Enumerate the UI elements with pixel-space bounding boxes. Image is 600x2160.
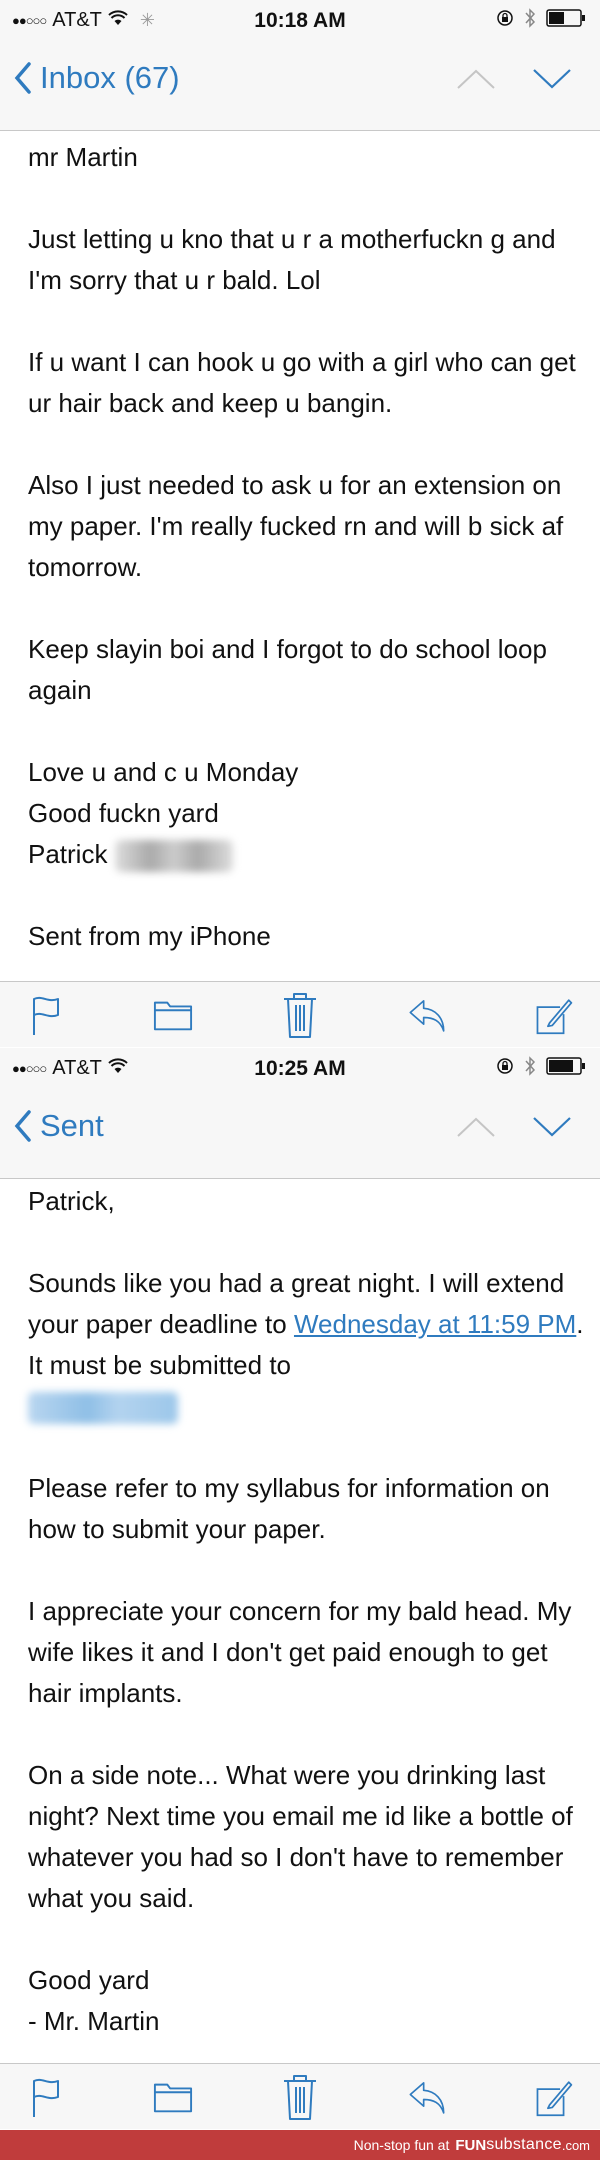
back-to-sent-button[interactable]: Sent: [14, 1108, 104, 1144]
email-signature: Sent from my iPhone: [28, 921, 271, 951]
chevron-left-icon: [14, 62, 31, 94]
folder-icon: [153, 1001, 193, 1030]
delete-button[interactable]: [280, 991, 320, 1039]
email-paragraph: mr Martin: [28, 142, 138, 172]
email-paragraph: On a side note... What were you drinking…: [28, 1760, 573, 1913]
mail-toolbar: [0, 2063, 600, 2129]
sender-name-line: Patrick: [28, 834, 588, 875]
email-paragraph: Also I just needed to ask u for an exten…: [28, 470, 564, 582]
reply-button[interactable]: [407, 991, 447, 1039]
redacted-surname: [114, 840, 233, 873]
chevron-up-icon: [457, 1117, 495, 1137]
move-to-folder-button[interactable]: [153, 2073, 193, 2121]
battery-icon: [546, 1057, 586, 1081]
nav-bar: Inbox (67): [0, 42, 600, 131]
redacted-email-link[interactable]: [28, 1392, 178, 1425]
greeting: Patrick,: [28, 1186, 115, 1216]
back-label: Inbox (67): [40, 60, 180, 95]
mail-toolbar: [0, 981, 600, 1047]
email-paragraph: I appreciate your concern for my bald he…: [28, 1596, 572, 1708]
closing-line: Love u and c u Monday: [28, 757, 299, 787]
reply-icon: [409, 999, 445, 1032]
watermark-banner: Non-stop fun at FUN substance .com: [0, 2130, 600, 2160]
status-bar: ●●○○○ AT&T 10:25 AM: [0, 1048, 600, 1090]
flag-icon: [33, 2078, 59, 2117]
email-paragraph: Just letting u kno that u r a motherfuck…: [28, 224, 556, 295]
banner-brand-rest: substance: [486, 2136, 562, 2153]
trash-icon: [284, 2074, 316, 2120]
compose-button[interactable]: [534, 2073, 574, 2121]
chevron-down-icon: [533, 69, 571, 89]
back-to-inbox-button[interactable]: Inbox (67): [14, 60, 180, 96]
chevron-left-icon: [14, 1110, 31, 1142]
flag-button[interactable]: [26, 991, 66, 1039]
email-body-received: mr Martin Just letting u kno that u r a …: [28, 137, 588, 957]
trash-icon: [284, 992, 316, 1038]
closing-line: - Mr. Martin: [28, 2006, 160, 2036]
email-paragraph: Keep slayin boi and I forgot to do schoo…: [28, 634, 547, 705]
compose-icon: [536, 2080, 573, 2116]
delete-button[interactable]: [280, 2073, 320, 2121]
bluetooth-icon: [524, 8, 536, 34]
battery-icon: [546, 9, 586, 33]
email-body-reply: Patrick, Sounds like you had a great nig…: [28, 1181, 588, 2042]
closing-line: Good fuckn yard: [28, 798, 219, 828]
flag-icon: [33, 996, 59, 1035]
flag-button[interactable]: [26, 2073, 66, 2121]
chevron-up-icon: [457, 69, 495, 89]
status-bar: ●●○○○ AT&T ✳ 10:18 AM: [0, 0, 600, 42]
next-message-button[interactable]: [532, 68, 572, 95]
email-paragraph: Sounds like you had a great night. I wil…: [28, 1263, 588, 1386]
chevron-down-icon: [533, 1117, 571, 1137]
banner-brand-bold: FUN: [455, 2136, 487, 2154]
deadline-date-link[interactable]: Wednesday at 11:59 PM: [294, 1309, 576, 1339]
orientation-lock-icon: [496, 1057, 514, 1081]
back-label: Sent: [40, 1108, 104, 1143]
nav-bar: Sent: [0, 1090, 600, 1179]
compose-icon: [536, 998, 573, 1034]
reply-button[interactable]: [407, 2073, 447, 2121]
previous-message-button[interactable]: [456, 68, 496, 95]
email-paragraph: Please refer to my syllabus for informat…: [28, 1473, 550, 1544]
sender-first-name: Patrick: [28, 839, 108, 869]
reply-icon: [409, 2081, 445, 2114]
bluetooth-icon: [524, 1056, 536, 1082]
folder-icon: [153, 2083, 193, 2112]
compose-button[interactable]: [534, 991, 574, 1039]
banner-prefix: Non-stop fun at: [353, 2137, 450, 2153]
previous-message-button[interactable]: [456, 1116, 496, 1143]
orientation-lock-icon: [496, 9, 514, 33]
next-message-button[interactable]: [532, 1116, 572, 1143]
banner-tld: .com: [561, 2137, 590, 2153]
email-paragraph: If u want I can hook u go with a girl wh…: [28, 347, 576, 418]
closing-line: Good yard: [28, 1965, 150, 1995]
redacted-link-line: [28, 1386, 588, 1427]
move-to-folder-button[interactable]: [153, 991, 193, 1039]
